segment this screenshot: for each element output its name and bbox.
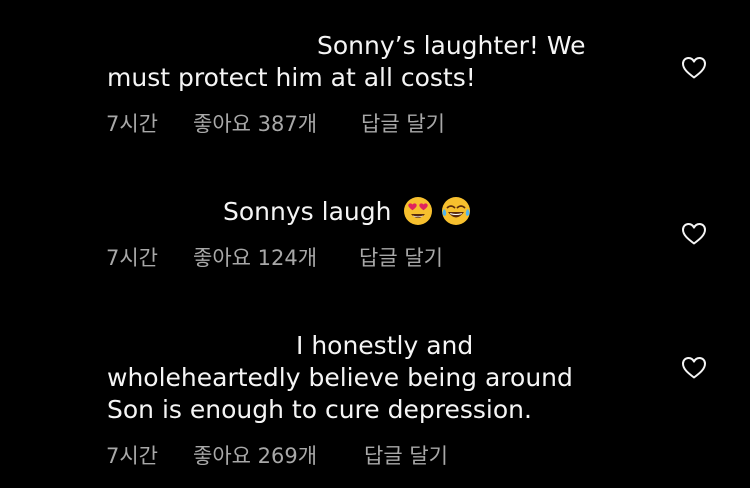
- comment-text: I honestly and wholeheartedly believe bei…: [107, 330, 627, 426]
- comment-text-line: wholeheartedly believe being around: [107, 363, 573, 392]
- comment-item: Sonnys laugh 7시간 좋아요 124개 답글 달기: [0, 150, 750, 280]
- like-count-button[interactable]: 좋아요 387개: [193, 110, 317, 138]
- comment-time: 7시간: [106, 444, 159, 468]
- like-count-button[interactable]: 좋아요 124개: [193, 244, 317, 272]
- reply-button[interactable]: 답글 달기: [359, 244, 443, 272]
- comment-text-content: Sonnys laugh: [223, 197, 392, 226]
- comment-text-line: must protect him at all costs!: [107, 63, 476, 92]
- comment-text-line: I honestly and: [296, 331, 474, 360]
- heart-outline-icon[interactable]: [681, 222, 707, 246]
- comment-text: Sonnys laugh: [107, 196, 627, 228]
- reply-button[interactable]: 답글 달기: [361, 110, 445, 138]
- comment-text: Sonny’s laughter! We must protect him at …: [107, 30, 627, 94]
- comment-time: 7시간: [106, 112, 159, 136]
- like-count-button[interactable]: 좋아요 269개: [193, 442, 317, 470]
- comment-meta: 7시간 좋아요 269개 답글 달기: [106, 442, 666, 470]
- comment-item: I honestly and wholeheartedly believe bei…: [0, 280, 750, 488]
- heart-outline-icon[interactable]: [681, 56, 707, 80]
- comment-meta: 7시간 좋아요 124개 답글 달기: [106, 244, 666, 272]
- comment-text-line: Sonny’s laughter! We: [317, 31, 586, 60]
- heart-outline-icon[interactable]: [681, 356, 707, 380]
- heart-eyes-emoji: [403, 196, 433, 226]
- comment-item: Sonny’s laughter! We must protect him at …: [0, 0, 750, 150]
- comment-time: 7시간: [106, 246, 159, 270]
- tears-of-joy-emoji: [441, 196, 471, 226]
- reply-button[interactable]: 답글 달기: [364, 442, 448, 470]
- comment-text-line: Son is enough to cure depression.: [107, 395, 532, 424]
- comment-meta: 7시간 좋아요 387개 답글 달기: [106, 110, 666, 138]
- comment-text-line: Sonnys laugh: [107, 196, 627, 228]
